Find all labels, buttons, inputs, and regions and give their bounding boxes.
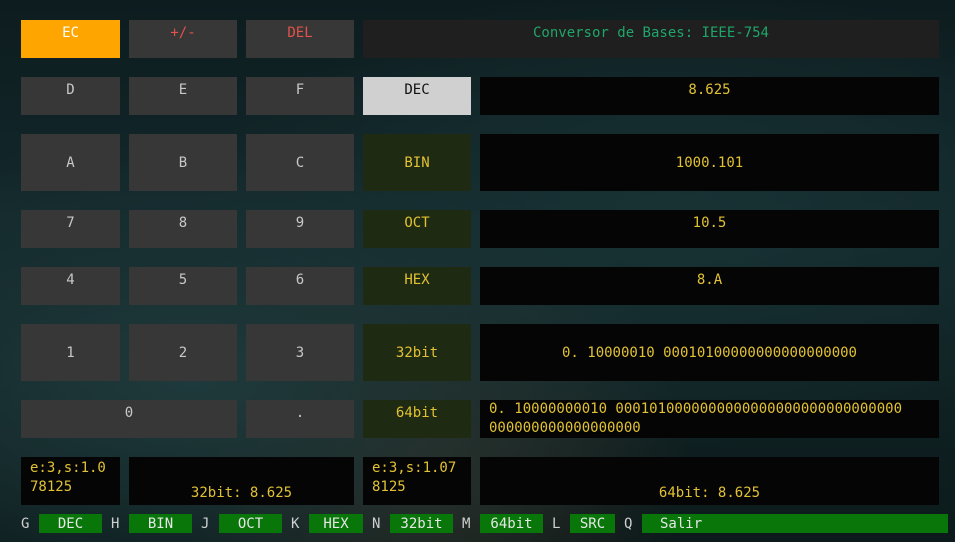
- mode-bin-label: BIN: [404, 154, 430, 171]
- mode-32bit-label: 32bit: [395, 344, 439, 361]
- result-64bit: 64bit: 8.625: [480, 457, 939, 505]
- key-dot[interactable]: .: [246, 400, 354, 438]
- hex-value-text: 8.A: [696, 272, 723, 288]
- result-32bit: 32bit: 8.625: [129, 457, 354, 505]
- hex-value-display: 8.A: [480, 267, 939, 305]
- key-4[interactable]: 4: [21, 267, 120, 305]
- key-7-label: 7: [66, 215, 75, 231]
- hotkey-h: H: [111, 515, 120, 532]
- hotkey-n: N: [372, 515, 381, 532]
- sign-toggle-label: +/-: [170, 25, 196, 41]
- dec-value-display: 8.625: [480, 77, 939, 115]
- status-64bit-label: 64bit: [490, 515, 533, 532]
- status-src-button[interactable]: SRC: [570, 514, 615, 533]
- status-64bit-button[interactable]: 64bit: [480, 514, 543, 533]
- status-src-label: SRC: [579, 515, 606, 532]
- mode-dec-label: DEC: [404, 82, 430, 98]
- app-title-text: Conversor de Bases: IEEE-754: [532, 25, 769, 41]
- bin-value-display: 1000.101: [480, 134, 939, 191]
- key-a-label: A: [66, 154, 75, 171]
- key-d-label: D: [66, 82, 75, 98]
- status-quit-label: Salir: [660, 515, 703, 532]
- sign-toggle-button[interactable]: +/-: [129, 20, 237, 58]
- bit32-value-display: 0. 10000010 00010100000000000000000: [480, 324, 939, 381]
- key-7[interactable]: 7: [21, 210, 120, 248]
- oct-value-text: 10.5: [692, 215, 727, 231]
- key-8[interactable]: 8: [129, 210, 237, 248]
- key-b[interactable]: B: [129, 134, 237, 191]
- status-32bit-button[interactable]: 32bit: [390, 514, 453, 533]
- hotkey-k: K: [291, 515, 300, 532]
- mode-64bit-label: 64bit: [395, 405, 439, 421]
- key-4-label: 4: [66, 272, 75, 288]
- hotkey-l: L: [552, 515, 561, 532]
- bit64-value-text: 0. 10000000010 0001010000000000000000000…: [489, 401, 903, 436]
- key-d[interactable]: D: [21, 77, 120, 115]
- exponent-info-32: e:3,s:1.0 78125: [21, 457, 120, 505]
- key-e[interactable]: E: [129, 77, 237, 115]
- result-32bit-text: 32bit: 8.625: [190, 485, 293, 501]
- delete-label: DEL: [287, 25, 313, 41]
- status-dec-label: DEC: [57, 515, 84, 532]
- mode-bin-button[interactable]: BIN: [363, 134, 471, 191]
- mode-hex-button[interactable]: HEX: [363, 267, 471, 305]
- exponent-info-64-text: e:3,s:1.07 8125: [372, 460, 457, 495]
- status-oct-button[interactable]: OCT: [219, 514, 282, 533]
- mode-32bit-button[interactable]: 32bit: [363, 324, 471, 381]
- status-hex-button[interactable]: HEX: [309, 514, 363, 533]
- key-8-label: 8: [178, 215, 188, 231]
- key-3-label: 3: [295, 344, 305, 361]
- status-dec-button[interactable]: DEC: [39, 514, 102, 533]
- key-c-label: C: [295, 154, 305, 171]
- key-0[interactable]: 0: [21, 400, 237, 438]
- key-1-label: 1: [66, 344, 75, 361]
- key-dot-label: .: [295, 405, 305, 421]
- status-quit-button[interactable]: Salir: [642, 514, 948, 533]
- status-bin-label: BIN: [147, 515, 174, 532]
- oct-value-display: 10.5: [480, 210, 939, 248]
- key-b-label: B: [178, 154, 188, 171]
- key-6[interactable]: 6: [246, 267, 354, 305]
- bit64-value-display: 0. 10000000010 0001010000000000000000000…: [480, 400, 939, 438]
- mode-64bit-button[interactable]: 64bit: [363, 400, 471, 438]
- status-bin-button[interactable]: BIN: [129, 514, 192, 533]
- key-a[interactable]: A: [21, 134, 120, 191]
- key-9[interactable]: 9: [246, 210, 354, 248]
- delete-button[interactable]: DEL: [246, 20, 354, 58]
- key-2-label: 2: [178, 344, 188, 361]
- key-5-label: 5: [178, 272, 188, 288]
- hotkey-m: M: [462, 515, 471, 532]
- app-title: Conversor de Bases: IEEE-754: [363, 20, 939, 58]
- dec-value-text: 8.625: [688, 82, 731, 98]
- mode-dec-button[interactable]: DEC: [363, 77, 471, 115]
- key-c[interactable]: C: [246, 134, 354, 191]
- key-0-label: 0: [124, 405, 134, 421]
- bin-value-text: 1000.101: [675, 154, 744, 171]
- exponent-info-32-text: e:3,s:1.0 78125: [30, 460, 106, 495]
- ec-label: EC: [62, 25, 79, 41]
- status-32bit-label: 32bit: [400, 515, 443, 532]
- key-3[interactable]: 3: [246, 324, 354, 381]
- hotkey-g: G: [21, 515, 30, 532]
- mode-hex-label: HEX: [404, 272, 430, 288]
- key-f-label: F: [295, 82, 305, 98]
- key-1[interactable]: 1: [21, 324, 120, 381]
- ec-button[interactable]: EC: [21, 20, 120, 58]
- bit32-value-text: 0. 10000010 00010100000000000000000: [561, 344, 857, 361]
- hotkey-q: Q: [624, 515, 633, 532]
- exponent-info-64: e:3,s:1.07 8125: [363, 457, 471, 505]
- key-f[interactable]: F: [246, 77, 354, 115]
- mode-oct-label: OCT: [404, 215, 430, 231]
- key-5[interactable]: 5: [129, 267, 237, 305]
- status-oct-label: OCT: [237, 515, 264, 532]
- status-hex-label: HEX: [323, 515, 349, 532]
- key-2[interactable]: 2: [129, 324, 237, 381]
- result-64bit-text: 64bit: 8.625: [658, 485, 761, 501]
- key-6-label: 6: [295, 272, 305, 288]
- key-9-label: 9: [295, 215, 305, 231]
- key-e-label: E: [178, 82, 188, 98]
- hotkey-j: J: [201, 515, 210, 532]
- mode-oct-button[interactable]: OCT: [363, 210, 471, 248]
